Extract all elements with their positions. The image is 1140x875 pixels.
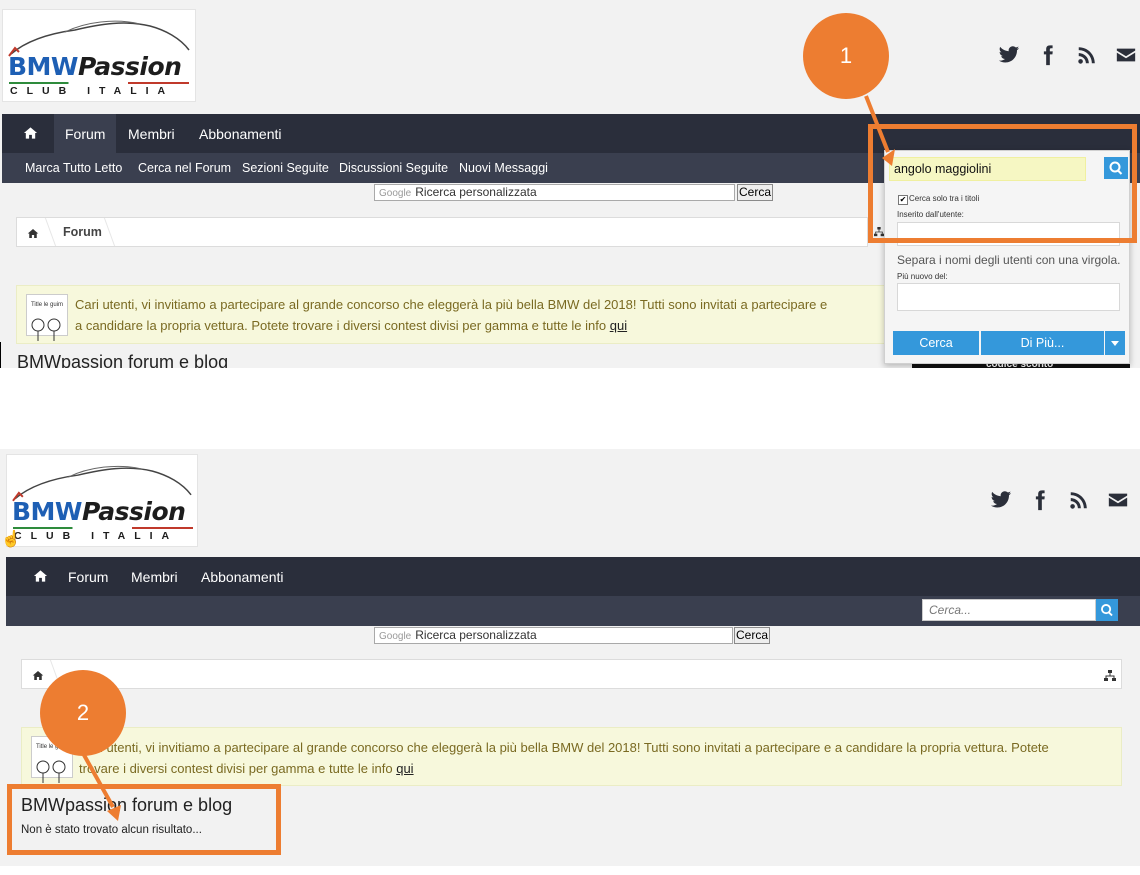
rss-icon[interactable]: [1068, 489, 1090, 511]
logo-tricolor-bar: [9, 82, 189, 84]
logo-tricolor-bar-2: [13, 527, 193, 529]
notice-link-2[interactable]: qui: [396, 761, 413, 776]
subnav-mark-read[interactable]: Marca Tutto Letto: [25, 161, 122, 175]
notice-text-2: Cari utenti, vi invitiamo a partecipare …: [79, 737, 1119, 779]
nav-home-icon[interactable]: [23, 126, 38, 145]
logo-passion-text-2: Passion: [82, 497, 186, 526]
caret-down-icon: [1111, 341, 1119, 346]
left-edge-cursor: [0, 342, 1, 368]
nav-tab-forum[interactable]: Forum: [65, 126, 105, 142]
notice-avatar: Title le guim: [26, 294, 68, 341]
breadcrumb-forum[interactable]: Forum: [63, 225, 102, 239]
logo-passion-text: Passion: [78, 52, 182, 81]
nav-tab-abbonamenti-2[interactable]: Abbonamenti: [201, 569, 284, 585]
mail-icon[interactable]: [1107, 489, 1129, 511]
breadcrumb-separator-2: [103, 218, 116, 246]
logo-bmw-text-2: BMW: [12, 497, 83, 526]
google-label: Google: [379, 188, 412, 199]
notice-line-2: a candidare la propria vettura. Potete t…: [75, 318, 607, 333]
notice-line-1-2: Cari utenti, vi invitiamo a partecipare …: [79, 740, 1049, 755]
mail-icon[interactable]: [1115, 44, 1137, 66]
sitemap-icon-2[interactable]: [1104, 669, 1116, 687]
logo-club-text: CLUB ITALIA: [10, 85, 175, 97]
breadcrumb-home-icon-2[interactable]: [32, 668, 44, 686]
breadcrumb-2: [21, 659, 1122, 689]
notice-text: Cari utenti, vi invitiamo a partecipare …: [75, 294, 885, 336]
notice-line-1: Cari utenti, vi invitiamo a partecipare …: [75, 297, 828, 312]
site-logo[interactable]: BMWPassion CLUB ITALIA: [2, 9, 196, 102]
google-search-input[interactable]: Google Ricerca personalizzata: [374, 184, 735, 201]
google-search-button-2[interactable]: Cerca: [734, 627, 770, 644]
google-placeholder-2: Ricerca personalizzata: [415, 628, 537, 642]
social-links-2: [990, 489, 1129, 511]
notice-banner-2: Title le guim Cari utenti, vi invitiamo …: [21, 727, 1122, 786]
subnav-followed-threads[interactable]: Discussioni Seguite: [339, 161, 448, 175]
site-logo-2[interactable]: BMWPassion CLUB ITALIA: [6, 454, 198, 547]
main-nav-2: Forum Membri Abbonamenti: [6, 557, 1140, 596]
facebook-icon[interactable]: [1037, 44, 1059, 66]
annotation-box-1: [868, 124, 1137, 243]
logo-bmw-text: BMW: [8, 52, 79, 81]
header-search-placeholder: Cerca...: [929, 603, 972, 617]
google-search-button[interactable]: Cerca: [737, 184, 773, 201]
header-search-input[interactable]: Cerca...: [922, 599, 1096, 621]
notice-banner: Title le guim Cari utenti, vi invitiamo …: [16, 285, 888, 344]
top-screenshot: BMWPassion CLUB ITALIA Forum Membri Abbo…: [0, 0, 1140, 368]
twitter-icon[interactable]: [998, 44, 1020, 66]
header-search-button[interactable]: [1096, 599, 1118, 621]
breadcrumb-home-icon[interactable]: [27, 226, 39, 244]
breadcrumb-separator: [44, 218, 57, 246]
sub-nav-2: Cerca...: [6, 596, 1140, 626]
dropdown-more-button[interactable]: Di Più...: [981, 331, 1104, 355]
notice-line-2-2: trovare i diversi contest divisi per gam…: [79, 761, 393, 776]
breadcrumb: Forum: [16, 217, 868, 247]
notice-link[interactable]: qui: [610, 318, 627, 333]
dropdown-more-toggle[interactable]: [1105, 331, 1125, 355]
rss-icon[interactable]: [1076, 44, 1098, 66]
nav-tab-abbonamenti[interactable]: Abbonamenti: [199, 126, 282, 142]
subnav-search-forum[interactable]: Cerca nel Forum: [138, 161, 231, 175]
social-links: [998, 44, 1137, 66]
google-label-2: Google: [379, 631, 412, 642]
nav-tab-membri[interactable]: Membri: [128, 126, 175, 142]
subnav-followed-sections[interactable]: Sezioni Seguite: [242, 161, 329, 175]
logo-club-text-2: CLUB ITALIA: [14, 530, 179, 542]
separate-users-hint: Separa i nomi degli utenti con una virgo…: [897, 253, 1121, 267]
search-icon: [1101, 604, 1113, 617]
page-title: BMWpassion forum e blog: [17, 352, 229, 368]
nav-tab-forum-2[interactable]: Forum: [68, 569, 108, 585]
avatar-caption: Title le guim: [30, 302, 64, 308]
hand-cursor-icon: ☝: [1, 531, 21, 548]
annotation-marker-1: 1: [803, 13, 889, 99]
google-placeholder: Ricerca personalizzata: [415, 185, 537, 199]
bottom-screenshot: BMWPassion CLUB ITALIA ☝ Forum Membri Ab…: [0, 449, 1140, 866]
dropdown-cerca-button[interactable]: Cerca: [893, 331, 979, 355]
annotation-marker-2: 2: [40, 670, 126, 756]
newer-than-label: Più nuovo del:: [897, 272, 948, 281]
annotation-box-2: [7, 784, 281, 855]
google-search-input-2[interactable]: Google Ricerca personalizzata: [374, 627, 733, 644]
nav-tab-membri-2[interactable]: Membri: [131, 569, 178, 585]
facebook-icon[interactable]: [1029, 489, 1051, 511]
newer-than-input[interactable]: [897, 283, 1120, 311]
nav-home-icon-2[interactable]: [33, 569, 48, 588]
subnav-new-messages[interactable]: Nuovi Messaggi: [459, 161, 548, 175]
twitter-icon[interactable]: [990, 489, 1012, 511]
